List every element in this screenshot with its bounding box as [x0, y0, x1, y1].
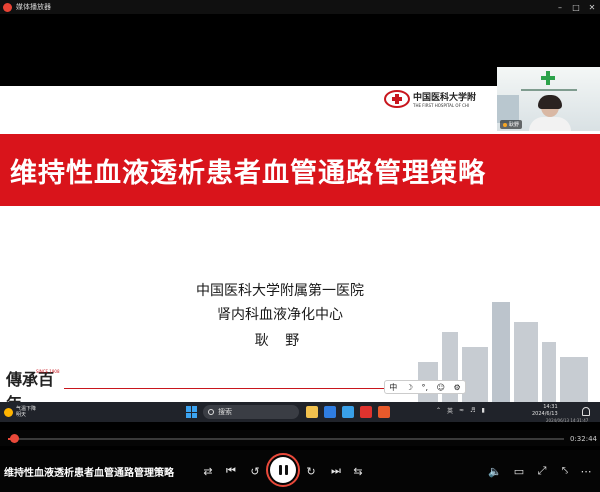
pause-icon: [278, 465, 288, 475]
punctuation-icon[interactable]: °,: [422, 383, 429, 392]
wps-office-icon: [378, 406, 390, 418]
weather-widget: 气温下降 明天: [4, 406, 36, 418]
wall-sign-line: [521, 89, 577, 91]
input-language: 英: [447, 408, 454, 415]
media-title: 维持性血液透析患者血管通路管理策略: [4, 468, 174, 479]
remaining-time: 0:32:44: [570, 435, 597, 443]
department-name: 肾内科血液净化中心: [217, 307, 343, 323]
presenter-video: [527, 95, 573, 131]
more-icon[interactable]: ⋯: [575, 460, 597, 482]
taskbar-date: 2024/6/13: [532, 411, 558, 417]
window-background: [497, 95, 519, 123]
search-label: 搜索: [218, 408, 232, 416]
logo-chinese-text: 中国医科大学附: [413, 93, 477, 103]
media-player-app-icon: [3, 2, 12, 12]
folder-app-icon: [306, 406, 318, 418]
seek-bar[interactable]: 0:32:44: [0, 430, 600, 446]
weather-icon: [4, 407, 13, 417]
recorded-taskbar: 气温下降 明天 搜索 ⌃ 英 ≈ ♬ ▮ 14:31 2024/6/13: [0, 402, 600, 422]
green-cross-logo-icon: [541, 71, 555, 85]
forward-icon[interactable]: ↻: [300, 460, 322, 482]
browser-app-icon: [324, 406, 336, 418]
ime-mode-zh[interactable]: 中: [389, 382, 397, 393]
pause-button[interactable]: [270, 457, 296, 483]
participant-name: 耿野: [509, 122, 520, 128]
system-tray: ⌃ 英 ≈ ♬ ▮: [436, 406, 485, 415]
taskbar-search-box: 搜索: [203, 405, 299, 419]
title-bar: 媒体播放器 – □ ✕: [0, 0, 600, 14]
presenter-name: 耿 野: [254, 333, 306, 349]
windows-start-icon: [186, 406, 198, 418]
taskbar-apps: [306, 406, 390, 418]
seal-since-text: SINCE 1908: [36, 369, 60, 374]
battery-icon: ▮: [481, 407, 485, 414]
slide-title: 维持性血液透析患者血管通路管理策略: [10, 157, 486, 189]
participant-badge: 耿野: [500, 120, 523, 129]
title-band: 维持性血液透析患者血管通路管理策略: [0, 134, 600, 206]
user-icon: [503, 122, 507, 127]
emoji-icon[interactable]: ☺: [437, 383, 445, 392]
previous-icon[interactable]: ⏮: [220, 460, 242, 482]
centennial-seal: 傳承百年 SINCE 1908: [6, 366, 66, 402]
hospital-logo: 中国医科大学附 THE FIRST HOSPITAL OF CHI: [384, 88, 496, 110]
minimize-icon[interactable]: –: [552, 0, 568, 14]
seek-handle[interactable]: [9, 434, 19, 443]
seal-calligraphy-icon: 傳承百年: [6, 370, 55, 402]
shuffle-icon[interactable]: ⇄: [197, 460, 219, 482]
logo-english-text: THE FIRST HOSPITAL OF CHI: [413, 103, 470, 108]
window-controls: – □ ✕: [552, 0, 600, 14]
moon-icon[interactable]: ☽: [406, 383, 413, 392]
player-controls: 维持性血液透析患者血管通路管理策略 ⇄ ⏮ ↺ ↻ ⏭ ⇆ 🔈 ▭ ⤢ ⤣ ⋯: [0, 450, 600, 492]
wifi-icon: ≈: [459, 407, 465, 414]
taskbar-clock: 14:31 2024/6/13: [532, 404, 558, 418]
fullscreen-icon[interactable]: ⤢: [531, 460, 553, 482]
chevron-up-icon: ⌃: [436, 407, 442, 414]
mini-player-icon[interactable]: ⤣: [554, 460, 576, 482]
repeat-icon[interactable]: ⇆: [347, 460, 369, 482]
cast-icon[interactable]: ▭: [508, 460, 530, 482]
weather-line-2: 明天: [16, 412, 27, 418]
recording-timestamp: 2024/06/13 14:31:47: [546, 418, 589, 423]
seek-track[interactable]: [8, 438, 564, 440]
presentation-slide: 中国医科大学附 THE FIRST HOSPITAL OF CHI 维持性血液透…: [0, 86, 600, 402]
webcam-overlay: 耿野: [497, 67, 600, 131]
volume-icon[interactable]: 🔈: [484, 460, 506, 482]
close-icon[interactable]: ✕: [584, 0, 600, 14]
media-player-window: 媒体播放器 – □ ✕ 中国医科大学附 THE FIRST HOSPITAL O…: [0, 0, 600, 492]
hospital-cross-logo-icon: [384, 90, 410, 108]
next-icon[interactable]: ⏭: [325, 460, 347, 482]
wps-app-icon: [360, 406, 372, 418]
rewind-icon[interactable]: ↺: [244, 460, 266, 482]
photos-app-icon: [342, 406, 354, 418]
speaker-icon: ♬: [470, 407, 476, 414]
ime-toolbar: 中 ☽ °, ☺ ⚙: [384, 380, 466, 394]
taskbar-time: 14:31: [543, 404, 558, 410]
maximize-icon[interactable]: □: [568, 0, 584, 14]
search-icon: [208, 409, 214, 415]
settings-gear-icon[interactable]: ⚙: [454, 383, 461, 392]
notification-bell-icon: [582, 407, 590, 416]
seal-divider-line: [64, 388, 384, 389]
hospital-name: 中国医科大学附属第一医院: [196, 283, 364, 299]
window-title: 媒体播放器: [16, 3, 51, 11]
